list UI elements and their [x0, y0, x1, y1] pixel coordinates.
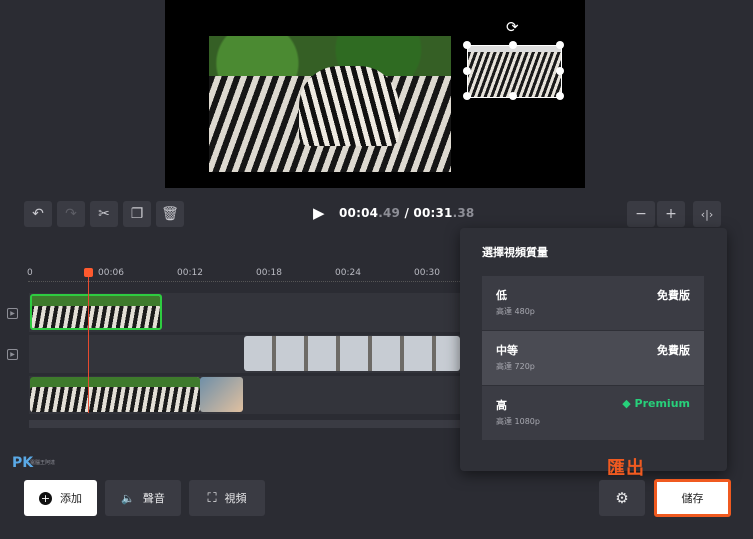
- plus-circle-icon: +: [39, 491, 52, 505]
- timeline-clip-selected[interactable]: [30, 294, 162, 330]
- scissors-icon: ✂: [98, 206, 110, 222]
- main-video-frame[interactable]: [209, 36, 451, 172]
- current-time-fraction: .49: [378, 206, 401, 220]
- playhead-handle[interactable]: [84, 268, 93, 277]
- quality-option-low[interactable]: 低 高達 480p 免費版: [482, 276, 704, 330]
- time-separator: /: [400, 206, 414, 220]
- save-button[interactable]: 儲存: [654, 479, 731, 517]
- add-button[interactable]: + 添加: [24, 480, 97, 516]
- undo-button[interactable]: ↶: [24, 201, 52, 227]
- diamond-icon: ◆: [622, 397, 635, 410]
- frame-icon: ⛶: [207, 490, 217, 506]
- resize-handle[interactable]: [463, 92, 471, 100]
- speaker-icon: 🔈: [121, 491, 135, 505]
- ruler-tick: 00:24: [335, 268, 361, 278]
- option-resolution: 高達 1080p: [496, 417, 540, 426]
- duplicate-icon: ❐: [130, 206, 144, 222]
- track-play-icon[interactable]: ▶: [7, 349, 18, 360]
- delete-button[interactable]: 🗑: [156, 201, 184, 227]
- redo-icon: ↷: [65, 206, 77, 222]
- add-label: 添加: [60, 492, 82, 505]
- video-button[interactable]: ⛶ 視頻: [189, 480, 265, 516]
- minus-icon: −: [635, 206, 647, 222]
- gear-icon: ⚙: [615, 489, 629, 507]
- fit-timeline-button[interactable]: ‹|›: [693, 201, 721, 227]
- resize-handle[interactable]: [463, 67, 471, 75]
- playback-time: 00:04.49 / 00:31.38: [339, 206, 474, 220]
- audio-label: 聲音: [142, 492, 165, 505]
- quality-popup: 選擇視頻質量 低 高達 480p 免費版 中等 高達 720p 免費版 高 高達…: [460, 228, 727, 471]
- resize-handle[interactable]: [556, 41, 564, 49]
- resize-handle[interactable]: [556, 67, 564, 75]
- ruler-tick: 00:12: [177, 268, 203, 278]
- duplicate-button[interactable]: ❐: [123, 201, 151, 227]
- option-name: 中等: [496, 344, 518, 357]
- timeline-clip[interactable]: [244, 336, 460, 371]
- total-time: 00:31: [413, 206, 453, 220]
- plus-icon: +: [665, 206, 677, 222]
- export-annotation: 匯出: [607, 458, 645, 479]
- settings-button[interactable]: ⚙: [599, 480, 645, 516]
- resize-handle[interactable]: [509, 41, 517, 49]
- quality-option-medium[interactable]: 中等 高達 720p 免費版: [482, 331, 704, 385]
- pip-video-frame[interactable]: [467, 45, 562, 98]
- total-time-fraction: .38: [452, 206, 475, 220]
- resize-handle[interactable]: [463, 41, 471, 49]
- quality-option-high[interactable]: 高 高達 1080p ◆ Premium: [482, 386, 704, 440]
- video-label: 視頻: [224, 492, 247, 505]
- split-button[interactable]: ✂: [90, 201, 118, 227]
- zoom-in-button[interactable]: +: [657, 201, 685, 227]
- option-tier-premium: ◆ Premium: [622, 397, 690, 410]
- option-name: 低: [496, 289, 507, 302]
- ruler-tick: 00:30: [414, 268, 440, 278]
- ruler-tick: 00:06: [98, 268, 124, 278]
- undo-icon: ↶: [32, 206, 44, 222]
- premium-label: Premium: [634, 397, 690, 410]
- option-tier: 免費版: [657, 289, 690, 302]
- resize-handle[interactable]: [509, 92, 517, 100]
- trash-icon: 🗑: [161, 206, 179, 222]
- fit-icon: ‹|›: [700, 207, 714, 221]
- timeline-clip[interactable]: [30, 377, 200, 412]
- option-name: 高: [496, 399, 507, 412]
- resize-handle[interactable]: [556, 92, 564, 100]
- timeline-scrollbar[interactable]: [29, 420, 460, 428]
- rotate-icon[interactable]: ⟳: [506, 20, 519, 35]
- redo-button[interactable]: ↷: [57, 201, 85, 227]
- playhead[interactable]: [88, 273, 89, 413]
- zoom-out-button[interactable]: −: [627, 201, 655, 227]
- track-play-icon[interactable]: ▶: [7, 308, 18, 319]
- option-tier: 免費版: [657, 344, 690, 357]
- audio-button[interactable]: 🔈 聲音: [105, 480, 181, 516]
- ruler-tick: 0: [27, 268, 33, 278]
- popup-title: 選擇視頻質量: [482, 246, 548, 259]
- option-resolution: 高達 720p: [496, 362, 535, 371]
- current-time: 00:04: [339, 206, 379, 220]
- ruler-tick: 00:18: [256, 268, 282, 278]
- option-resolution: 高達 480p: [496, 307, 535, 316]
- watermark-subtitle: 電腦王阿達: [30, 460, 56, 466]
- ruler-line: [28, 281, 460, 283]
- timeline-clip[interactable]: [200, 377, 243, 412]
- play-icon[interactable]: ▶: [313, 204, 325, 222]
